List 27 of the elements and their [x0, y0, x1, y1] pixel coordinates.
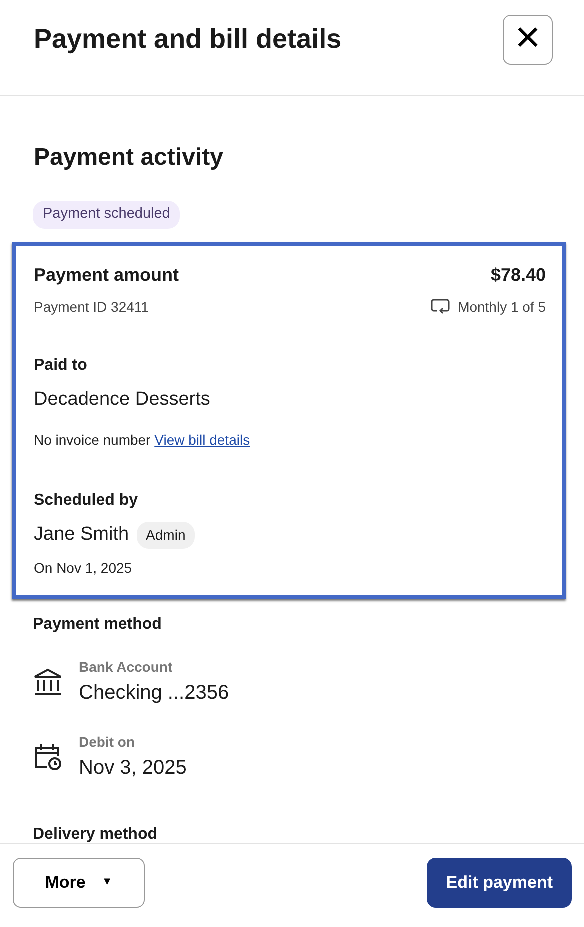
invoice-text: No invoice number View bill details [34, 431, 252, 450]
payee-name: Decadence Desserts [34, 388, 212, 412]
role-tag: Admin [137, 522, 195, 549]
repeat-icon [431, 299, 450, 316]
bank-icon [33, 668, 63, 696]
field-label: Debit on [79, 732, 136, 752]
section-heading: Payment activity [34, 143, 224, 173]
amount-label: Payment amount [34, 264, 180, 287]
scheduled-date: On Nov 1, 2025 [34, 558, 134, 578]
dialog-title: Payment and bill details [34, 23, 342, 56]
section-heading: Delivery method [33, 824, 158, 843]
field-label: Paid to [34, 356, 88, 376]
section-heading: Payment method [33, 614, 163, 635]
scheduler-name: Jane Smith [34, 523, 130, 548]
view-bill-link[interactable]: View bill details [154, 432, 250, 448]
close-button[interactable]: × [503, 14, 553, 64]
amount-value: $78.40 [490, 264, 546, 287]
field-value: Nov 3, 2025 [79, 756, 187, 781]
recurrence-text: Monthly 1 of 5 [458, 298, 546, 317]
status-tag: Payment scheduled [33, 201, 180, 229]
field-value: Checking ...2356 [79, 680, 230, 706]
payment-id: Payment ID 32411 [34, 298, 149, 317]
field-label: Scheduled by [34, 491, 140, 512]
more-button[interactable]: More ▼ [13, 858, 145, 908]
calendar-clock-icon [33, 742, 63, 772]
field-label: Bank Account [79, 658, 174, 677]
edit-payment-button[interactable]: Edit payment [427, 858, 572, 908]
